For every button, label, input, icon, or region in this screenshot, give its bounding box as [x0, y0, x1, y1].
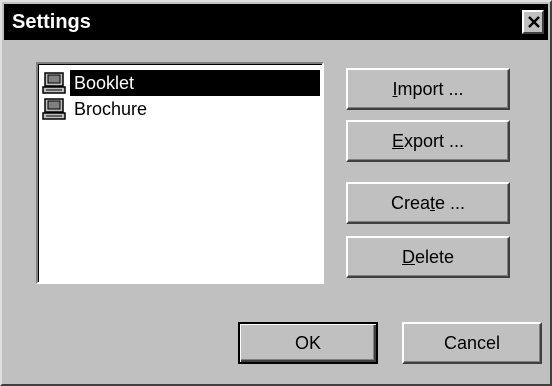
export-button-label: Export ... [391, 131, 465, 151]
cancel-button[interactable]: Cancel [402, 322, 542, 364]
cancel-button-label: Cancel [443, 333, 501, 353]
list-item-label: Brochure [74, 99, 148, 119]
import-button[interactable]: Import ... [346, 68, 510, 110]
ok-button[interactable]: OK [238, 322, 378, 364]
create-button-label: Create ... [390, 193, 466, 213]
export-button[interactable]: Export ... [346, 120, 510, 162]
delete-button-label: Delete [401, 247, 455, 267]
close-icon [528, 16, 540, 28]
ok-button-label: OK [294, 333, 321, 353]
window-title: Settings [12, 11, 91, 33]
title-bar[interactable]: Settings [4, 4, 548, 40]
import-button-label: Import ... [392, 79, 464, 99]
list-item-brochure[interactable]: Brochure [42, 96, 320, 122]
close-button[interactable] [522, 10, 544, 34]
list-item-label: Booklet [70, 70, 320, 96]
settings-dialog: Settings Booklet Brochure Import ... Exp… [0, 0, 552, 386]
computer-icon [42, 98, 66, 120]
settings-listbox[interactable]: Booklet Brochure [36, 62, 324, 284]
create-button[interactable]: Create ... [346, 182, 510, 224]
list-item-booklet[interactable]: Booklet [42, 70, 320, 96]
delete-button[interactable]: Delete [346, 236, 510, 278]
computer-icon [42, 72, 66, 94]
